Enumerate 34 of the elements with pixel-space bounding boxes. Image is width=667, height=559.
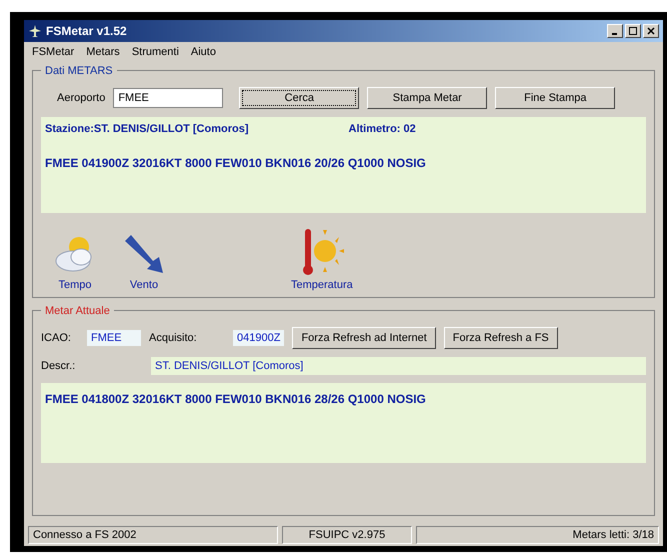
altimeter-text: Altimetro: 02 bbox=[348, 122, 416, 137]
window-title: FSMetar v1.52 bbox=[46, 23, 127, 40]
descr-field: ST. DENIS/GILLOT [Comoros] bbox=[151, 357, 646, 375]
status-text: Metars letti: 3/18 bbox=[416, 526, 659, 544]
plane-icon bbox=[28, 24, 42, 38]
minimize-button[interactable] bbox=[607, 24, 623, 38]
maximize-icon bbox=[629, 27, 637, 35]
action-button[interactable]: Fine Stampa bbox=[495, 87, 616, 109]
metar-text: FMEE 041900Z 32016KT 8000 FEW010 BKN016 20/26 Q1000 NOSIG bbox=[45, 154, 427, 172]
icon-label: Vento bbox=[130, 278, 158, 292]
close-icon bbox=[647, 27, 655, 35]
station-text: Stazione:ST. DENIS/GILLOT [Comoros] bbox=[45, 122, 249, 137]
menu-item[interactable]: Metars bbox=[86, 44, 120, 60]
maximize-button[interactable] bbox=[625, 24, 641, 38]
status-text: Connesso a FS 2002 bbox=[28, 526, 278, 544]
action-button[interactable]: Stampa Metar bbox=[367, 87, 488, 109]
icao-label: ICAO: bbox=[41, 330, 72, 346]
status-text: FSUIPC v2.975 bbox=[282, 526, 412, 544]
airport-field[interactable]: FMEE bbox=[113, 88, 224, 108]
menu-item[interactable]: Aiuto bbox=[190, 44, 216, 60]
refresh-button[interactable]: Forza Refresh a FS bbox=[444, 327, 558, 349]
refresh-button[interactable]: Forza Refresh ad Internet bbox=[292, 327, 436, 349]
descr-label: Descr.: bbox=[41, 358, 76, 374]
airport-label: Aeroporto bbox=[57, 90, 106, 106]
menu-item[interactable]: FSMetar bbox=[32, 44, 74, 60]
action-button[interactable]: Cerca bbox=[239, 87, 360, 109]
icao-value: FMEE bbox=[87, 330, 141, 346]
metar-text: FMEE 041800Z 32016KT 8000 FEW010 BKN016 28/26 Q1000 NOSIG bbox=[45, 392, 426, 406]
icon-label: Temperatura bbox=[291, 278, 353, 292]
acquired-value: 041900Z bbox=[233, 330, 284, 346]
menu-item[interactable]: Strumenti bbox=[132, 44, 179, 60]
icon-label: Tempo bbox=[58, 278, 92, 292]
close-button[interactable] bbox=[643, 24, 659, 38]
acquired-label: Acquisito: bbox=[149, 330, 198, 346]
